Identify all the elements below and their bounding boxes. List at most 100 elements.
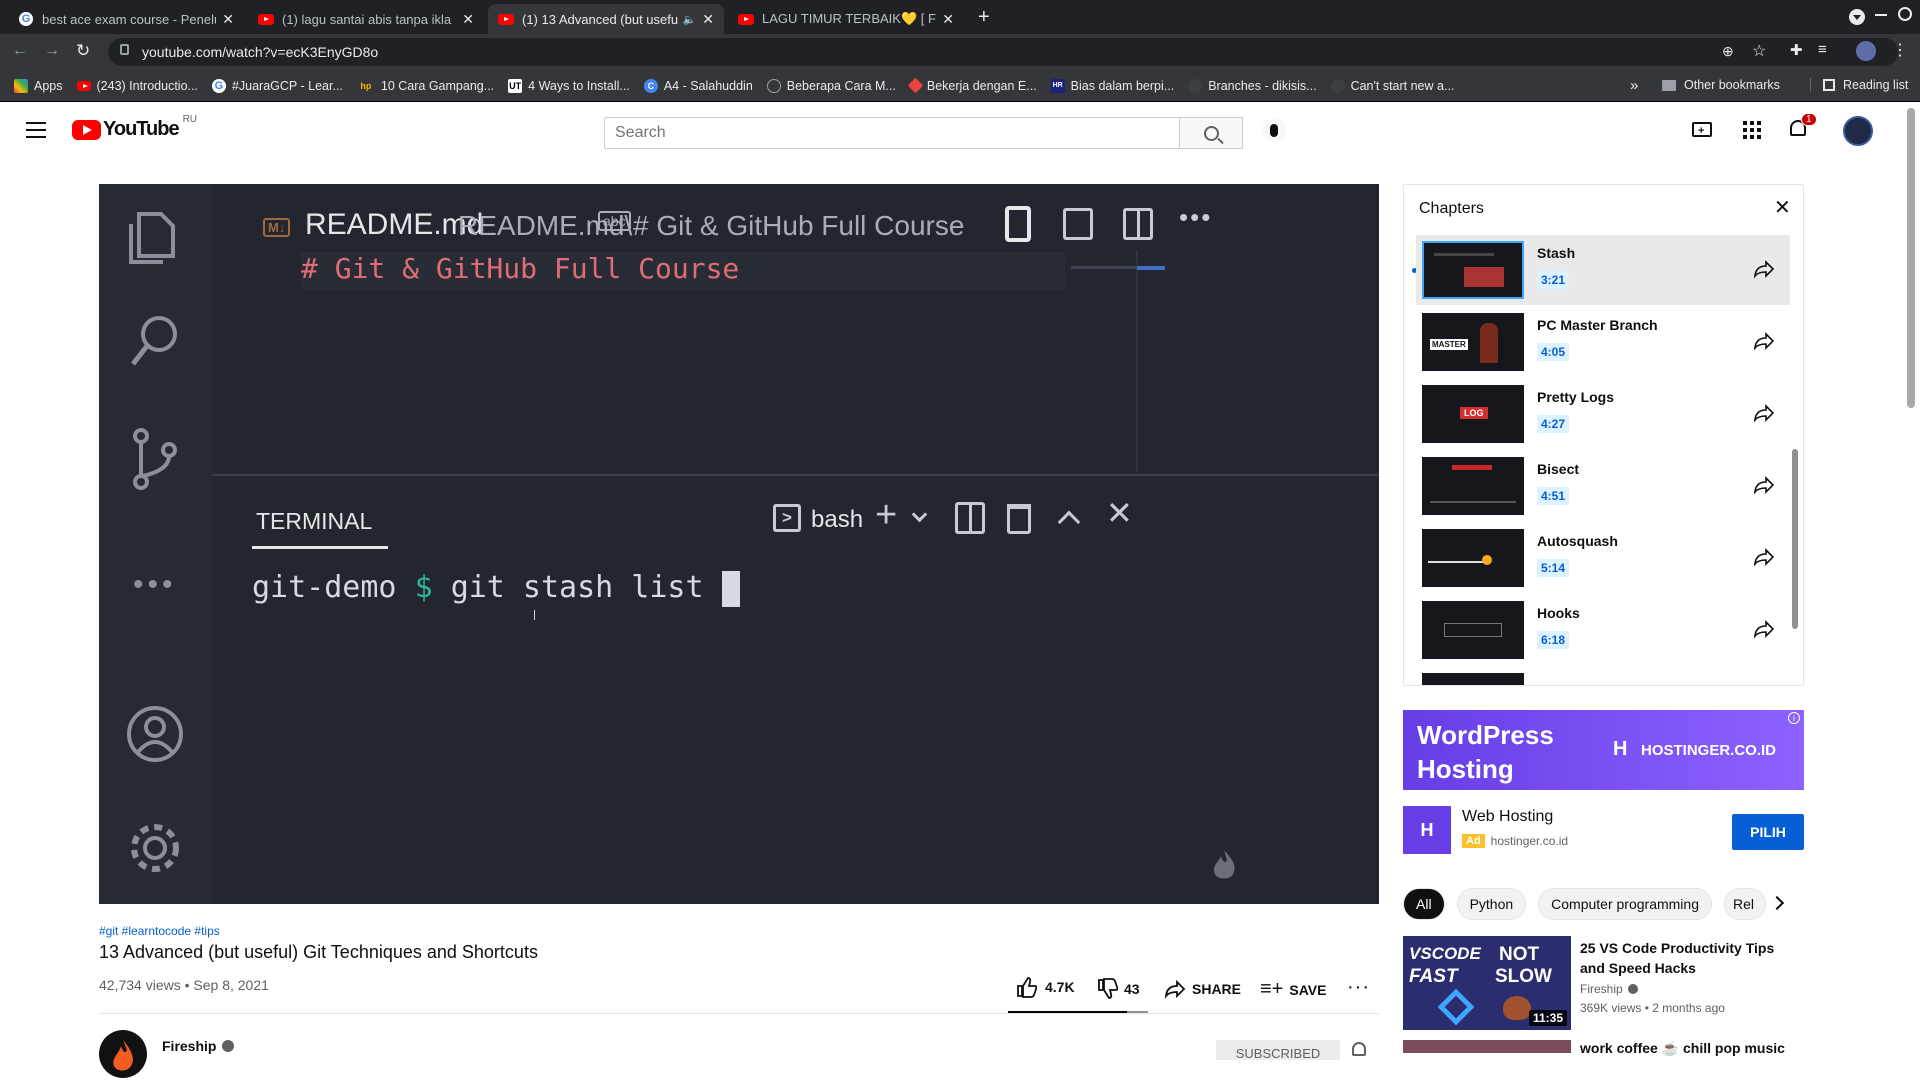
apps-grid-icon[interactable] — [1743, 121, 1761, 139]
share-icon[interactable] — [1752, 617, 1776, 641]
reading-list-button[interactable]: Reading list — [1810, 78, 1908, 92]
microphone-icon[interactable] — [1262, 118, 1286, 142]
back-icon[interactable]: ← — [12, 42, 28, 60]
browser-tab-1[interactable]: G best ace exam course - Penelu ✕ — [8, 4, 244, 34]
close-icon[interactable]: ✕ — [462, 11, 474, 28]
chapter-item[interactable]: Hooks 6:18 — [1416, 595, 1790, 665]
bookmark-item[interactable]: Bekerja dengan E... — [907, 77, 1037, 94]
chapter-item[interactable]: LOG Pretty Logs 4:27 — [1416, 379, 1790, 449]
bookmark-item[interactable]: UT 4 Ways to Install... — [508, 78, 630, 93]
ad-meta: Ad hostinger.co.id — [1462, 834, 1568, 848]
share-button[interactable]: SHARE — [1164, 978, 1241, 1000]
bookmarks-overflow-button[interactable]: » — [1630, 77, 1638, 94]
chapter-item[interactable]: Bisect 4:51 — [1416, 451, 1790, 521]
browser-tab-4[interactable]: LAGU TIMUR TERBAIK💛 [ Full ✕ — [728, 4, 964, 34]
channel-name-row[interactable]: Fireship — [162, 1038, 235, 1054]
bookmark-item[interactable]: hp 10 Cara Gampang... — [357, 79, 494, 93]
speaker-icon[interactable]: 🔈 — [683, 13, 697, 26]
chapters-heading: Chapters — [1419, 200, 1484, 217]
subscribed-button[interactable]: SUBSCRIBED — [1216, 1040, 1340, 1061]
maximize-icon[interactable] — [1898, 7, 1912, 21]
dislike-button[interactable]: 43 — [1096, 978, 1140, 1000]
search-input[interactable] — [604, 117, 1180, 149]
share-icon[interactable] — [1752, 401, 1776, 425]
bookmark-item[interactable]: Branches - dikisis... — [1188, 78, 1317, 93]
browser-tab-2[interactable]: (1) lagu santai abis tanpa ikla ✕ — [248, 4, 484, 34]
share-icon[interactable] — [1752, 257, 1776, 281]
chapter-title: Bisect — [1537, 461, 1580, 477]
bookmark-star-icon[interactable]: ☆ — [1752, 41, 1766, 61]
poop-emoji-icon — [1503, 996, 1531, 1020]
divider — [99, 1013, 1379, 1014]
recommendation-thumbnail[interactable]: VSCODE FAST NOT SLOW 11:35 — [1403, 936, 1571, 1030]
close-icon[interactable]: ✕ — [222, 11, 234, 28]
recommendation-channel[interactable]: Fireship — [1580, 982, 1638, 996]
bookmark-item[interactable]: G #JuaraGCP - Lear... — [211, 78, 343, 93]
menu-kebab-icon[interactable]: ⋮ — [1892, 40, 1908, 60]
video-player[interactable]: ••• M↓ README.md README.md\ abc # Git & … — [99, 184, 1379, 904]
chip-related[interactable]: Rel — [1724, 888, 1766, 920]
like-button[interactable]: 4.7K — [1015, 976, 1075, 998]
more-actions-icon[interactable]: ··· — [1347, 976, 1370, 999]
ad-banner[interactable]: WordPress Hosting H HOSTINGER.CO.ID i — [1403, 710, 1804, 790]
page-scrollbar[interactable] — [1907, 108, 1915, 408]
chip-computer-programming[interactable]: Computer programming — [1538, 888, 1712, 920]
bookmark-item[interactable]: Beberapa Cara M... — [766, 78, 896, 93]
user-avatar[interactable] — [1843, 116, 1873, 146]
browser-tab-active[interactable]: (1) 13 Advanced (but usefu 🔈 ✕ — [488, 4, 724, 34]
chapters-scrollbar[interactable] — [1792, 449, 1798, 629]
bookmark-apps[interactable]: Apps — [14, 78, 63, 93]
media-control-icon[interactable]: ≡ — [1818, 41, 1827, 58]
minimize-icon[interactable] — [1875, 14, 1887, 16]
hamburger-menu-icon[interactable] — [26, 122, 46, 138]
chapter-item[interactable]: Stash 3:21 — [1416, 235, 1790, 305]
notifications-bell-icon[interactable]: 1 — [1790, 113, 1817, 138]
chapter-item[interactable]: Autosquash 5:14 — [1416, 523, 1790, 593]
verified-icon — [222, 1040, 235, 1052]
chip-python[interactable]: Python — [1456, 888, 1527, 920]
other-bookmarks-folder[interactable]: Other bookmarks — [1662, 78, 1780, 92]
video-hashtags[interactable]: #git #learntocode #tips — [99, 924, 220, 938]
tab-search-icon[interactable] — [1849, 9, 1865, 25]
recommendation-thumbnail[interactable] — [1403, 1040, 1571, 1053]
extensions-icon[interactable]: ✚ — [1790, 41, 1803, 59]
address-bar[interactable]: youtube.com/watch?v=ecK3EnyGD8o — [108, 38, 1898, 66]
ad-cta-button[interactable]: PILIH — [1732, 814, 1804, 850]
close-icon[interactable]: ✕ — [942, 11, 954, 28]
close-icon[interactable]: ✕ — [1774, 195, 1791, 220]
save-button[interactable]: ≡+ SAVE — [1260, 978, 1326, 1001]
chip-all[interactable]: All — [1403, 888, 1445, 920]
chapter-item-partial[interactable] — [1416, 667, 1790, 685]
share-icon[interactable] — [1752, 545, 1776, 569]
install-icon[interactable]: ⊕ — [1722, 43, 1734, 60]
recommendation-title[interactable]: 25 VS Code Productivity Tips and Speed H… — [1580, 938, 1774, 978]
search-button[interactable] — [1179, 117, 1243, 149]
create-video-icon[interactable]: + — [1692, 122, 1712, 137]
ut-icon: UT — [508, 78, 523, 93]
recommendation-title[interactable]: work coffee ☕ chill pop music — [1580, 1040, 1785, 1057]
youtube-logo[interactable]: YouTube RU — [72, 114, 197, 141]
video-title: 13 Advanced (but useful) Git Techniques … — [99, 942, 538, 962]
close-icon[interactable]: ✕ — [702, 11, 714, 28]
hostinger-logo-icon[interactable]: H — [1403, 806, 1451, 854]
notification-bell-icon[interactable] — [1352, 1042, 1366, 1056]
chapter-item[interactable]: MASTER PC Master Branch 4:05 — [1416, 307, 1790, 377]
new-tab-button[interactable]: + — [978, 6, 990, 29]
bookmark-item[interactable]: C A4 - Salahuddin — [643, 78, 753, 93]
bookmark-item[interactable]: HR Bias dalam berpi... — [1050, 78, 1174, 93]
share-icon[interactable] — [1752, 329, 1776, 353]
share-icon[interactable] — [1752, 473, 1776, 497]
bookmark-item[interactable]: (243) Introductio... — [76, 79, 198, 93]
lock-icon — [120, 44, 129, 55]
profile-avatar[interactable] — [1856, 41, 1876, 61]
terminal-cursor — [721, 570, 740, 607]
region-code: RU — [182, 114, 198, 125]
ad-title[interactable]: Web Hosting — [1462, 808, 1553, 826]
reload-icon[interactable]: ↻ — [76, 41, 90, 61]
bookmark-item[interactable]: Can't start new a... — [1330, 78, 1454, 93]
bookmark-label: Apps — [34, 78, 63, 93]
channel-avatar[interactable] — [99, 1030, 147, 1078]
forward-icon[interactable]: → — [44, 42, 60, 60]
ad-info-icon[interactable]: i — [1788, 712, 1800, 724]
vscode-logo-icon — [1437, 988, 1475, 1026]
